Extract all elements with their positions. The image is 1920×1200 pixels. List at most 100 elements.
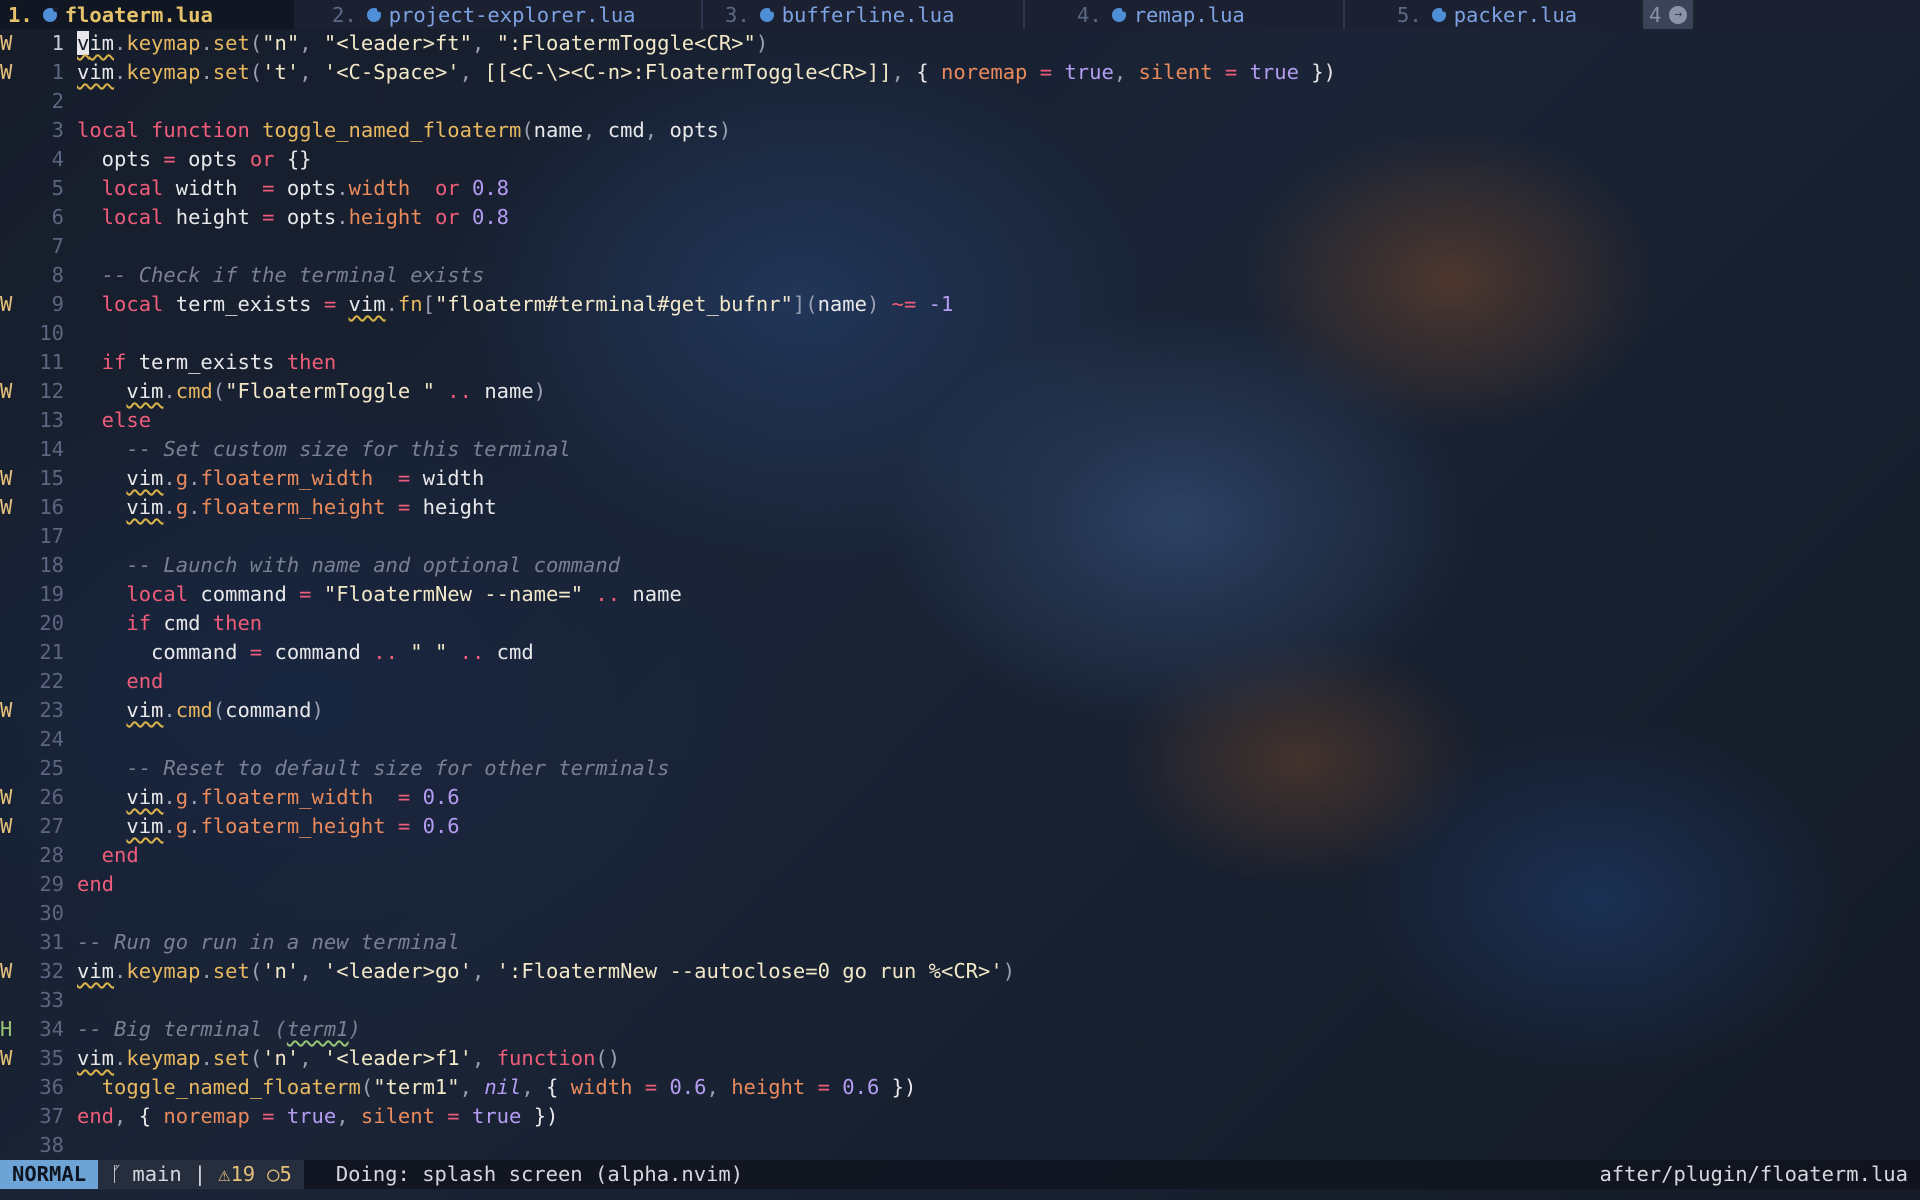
- code-token: vim: [126, 814, 164, 838]
- code-token: local: [77, 582, 201, 606]
- code-token: .: [188, 466, 201, 490]
- code-token: .: [163, 785, 176, 809]
- code-token: "FloatermNew --name=": [323, 582, 584, 606]
- code-token: local: [77, 176, 176, 200]
- code-line[interactable]: W 23 vim.cmd(command): [0, 696, 1920, 725]
- code-token: width: [570, 1075, 633, 1099]
- code-line[interactable]: W 9 local term_exists = vim.fn["floaterm#…: [0, 290, 1920, 319]
- code-token: vim: [126, 698, 164, 722]
- code-line[interactable]: 2: [0, 87, 1920, 116]
- code-line[interactable]: W 12 vim.cmd("FloatermToggle " .. name): [0, 377, 1920, 406]
- diagnostic-sign: H: [0, 1017, 13, 1041]
- code-line[interactable]: 24: [0, 725, 1920, 754]
- code-line[interactable]: 6 local height = opts.height or 0.8: [0, 203, 1920, 232]
- code-line[interactable]: 4 opts = opts or {}: [0, 145, 1920, 174]
- code-text: vim.g.floaterm_width = 0.6: [77, 783, 459, 812]
- diagnostic-sign: W: [0, 292, 13, 316]
- line-number: 33: [39, 988, 64, 1012]
- code-line[interactable]: 19 local command = "FloatermNew --name="…: [0, 580, 1920, 609]
- code-line[interactable]: W 26 vim.g.floaterm_width = 0.6: [0, 783, 1920, 812]
- code-token: ,: [583, 118, 608, 142]
- code-token: g: [175, 495, 189, 519]
- code-token: "floaterm#terminal#get_bufnr": [434, 292, 793, 316]
- code-line[interactable]: 7: [0, 232, 1920, 261]
- code-line[interactable]: 33: [0, 986, 1920, 1015]
- line-number: 17: [39, 524, 64, 548]
- code-line[interactable]: 18 -- Launch with name and optional comm…: [0, 551, 1920, 580]
- code-token: .: [188, 814, 201, 838]
- code-text: end, { noremap = true, silent = true }): [77, 1102, 558, 1131]
- code-line[interactable]: W 1 vim.keymap.set('t', '<C-Space>', [[<C-…: [0, 58, 1920, 87]
- code-line[interactable]: 21 command = command .. " " .. cmd: [0, 638, 1920, 667]
- code-line[interactable]: 20 if cmd then: [0, 609, 1920, 638]
- code-line[interactable]: H 34 -- Big terminal (term1): [0, 1015, 1920, 1044]
- code-line[interactable]: W 16 vim.g.floaterm_height = height: [0, 493, 1920, 522]
- code-token: =: [632, 1075, 670, 1099]
- code-line[interactable]: 14 -- Set custom size for this terminal: [0, 435, 1920, 464]
- code-line[interactable]: 30: [0, 899, 1920, 928]
- code-line[interactable]: 38: [0, 1131, 1920, 1160]
- code-token: 't': [262, 60, 300, 84]
- line-number: 10: [39, 321, 64, 345]
- code-line[interactable]: W 15 vim.g.floaterm_width = width: [0, 464, 1920, 493]
- code-token: ,: [299, 959, 324, 983]
- code-token: width: [422, 466, 485, 490]
- code-token: .: [163, 466, 176, 490]
- tab-packer-lua[interactable]: 5. packer.lua: [1345, 0, 1635, 29]
- code-editor[interactable]: W 1 vim.keymap.set("n", "<leader>ft", ":Fl…: [0, 29, 1920, 1160]
- code-line[interactable]: W 32 vim.keymap.set('n', '<leader>go', ':F…: [0, 957, 1920, 986]
- code-token: vim: [126, 495, 164, 519]
- tab-remap-lua[interactable]: 4. remap.lua: [1025, 0, 1343, 29]
- code-line[interactable]: 22 end: [0, 667, 1920, 696]
- code-line[interactable]: 37 end, { noremap = true, silent = true }…: [0, 1102, 1920, 1131]
- code-line[interactable]: 29 end: [0, 870, 1920, 899]
- code-token: .: [163, 379, 176, 403]
- code-token: "n": [262, 31, 300, 55]
- code-text: if term_exists then: [77, 348, 337, 377]
- code-line[interactable]: 17: [0, 522, 1920, 551]
- diagnostic-sign: W: [0, 959, 13, 983]
- code-token: .: [200, 1046, 213, 1070]
- code-line[interactable]: W 27 vim.g.floaterm_height = 0.6: [0, 812, 1920, 841]
- code-line[interactable]: 3 local function toggle_named_floaterm(na…: [0, 116, 1920, 145]
- code-token: floaterm_height: [200, 814, 386, 838]
- line-number: 37: [39, 1104, 64, 1128]
- code-token: ,: [459, 1075, 485, 1099]
- warning-count: 19: [230, 1162, 256, 1186]
- code-token: }): [521, 1104, 559, 1128]
- code-line[interactable]: 13 else: [0, 406, 1920, 435]
- tab-project-explorer-lua[interactable]: 2. project-explorer.lua: [294, 0, 701, 29]
- code-text: vim.keymap.set('n', '<leader>f1', functi…: [77, 1044, 620, 1073]
- code-line[interactable]: 10: [0, 319, 1920, 348]
- code-line[interactable]: 28 end: [0, 841, 1920, 870]
- code-line[interactable]: 5 local width = opts.width or 0.8: [0, 174, 1920, 203]
- tab-floaterm-lua[interactable]: 1. floaterm.lua: [0, 0, 294, 29]
- warning-icon: ⚠: [218, 1162, 231, 1186]
- code-token: cmd: [607, 118, 645, 142]
- tab-bufferline-lua[interactable]: 3. bufferline.lua: [703, 0, 1023, 29]
- line-number: 24: [39, 727, 64, 751]
- code-token: end: [77, 1104, 115, 1128]
- line-number: 12: [39, 379, 64, 403]
- code-line[interactable]: 31 -- Run go run in a new terminal: [0, 928, 1920, 957]
- code-token: .: [163, 495, 176, 519]
- code-line[interactable]: 36 toggle_named_floaterm("term1", nil, {…: [0, 1073, 1920, 1102]
- code-line[interactable]: W 1 vim.keymap.set("n", "<leader>ft", ":Fl…: [0, 29, 1920, 58]
- code-token: ): [755, 31, 769, 55]
- code-token: 0.6: [422, 814, 460, 838]
- code-token: "FloatermToggle ": [225, 379, 435, 403]
- code-line[interactable]: 11 if term_exists then: [0, 348, 1920, 377]
- code-token: ,: [336, 1104, 361, 1128]
- code-line[interactable]: 25 -- Reset to default size for other te…: [0, 754, 1920, 783]
- code-line[interactable]: W 35 vim.keymap.set('n', '<leader>f1', fun…: [0, 1044, 1920, 1073]
- code-token: floaterm_width: [200, 785, 374, 809]
- line-number: 35: [39, 1046, 64, 1070]
- tab-overflow-indicator[interactable]: 4 →: [1643, 0, 1694, 29]
- code-text: local height = opts.height or 0.8: [77, 203, 509, 232]
- code-token: name: [533, 118, 584, 142]
- code-token: {: [546, 1075, 571, 1099]
- code-token: .: [200, 31, 213, 55]
- code-line[interactable]: 8 -- Check if the terminal exists: [0, 261, 1920, 290]
